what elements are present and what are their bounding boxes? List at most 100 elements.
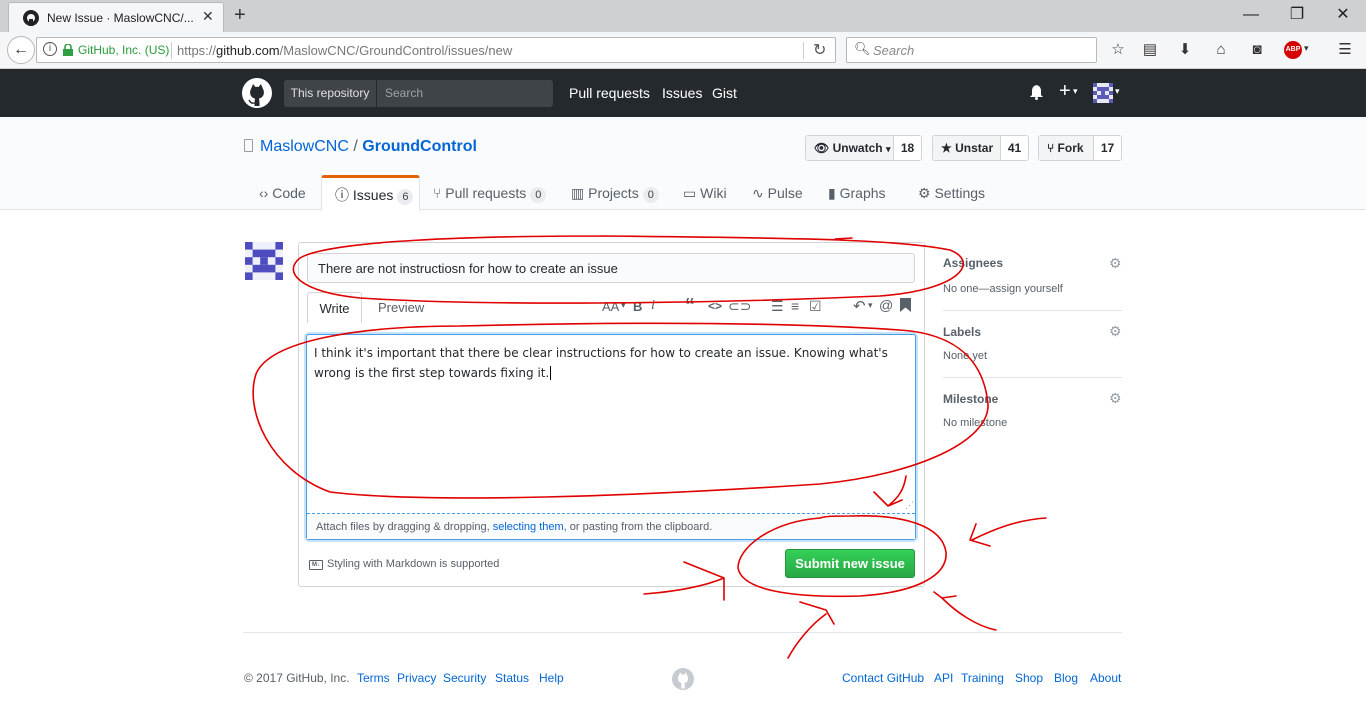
fork-button[interactable]: ⑂ Fork bbox=[1039, 136, 1094, 160]
assignees-value[interactable]: No one—assign yourself bbox=[943, 283, 1063, 295]
star-count[interactable]: 41 bbox=[1001, 136, 1028, 160]
repo-header: MaslowCNC / GroundControl 👁︎ Unwatch ▾ 1… bbox=[0, 117, 1366, 211]
footer-link-terms[interactable]: Terms bbox=[357, 671, 390, 685]
reply-icon[interactable]: ↶ bbox=[853, 297, 866, 315]
submit-new-issue-button[interactable]: Submit new issue bbox=[785, 549, 915, 578]
adblock-dropdown-icon[interactable]: ▾ bbox=[1304, 43, 1309, 54]
url-bar[interactable]: i GitHub, Inc. (US) https://github.com/M… bbox=[36, 37, 836, 63]
link-icon[interactable]: ⊂⊃ bbox=[728, 298, 751, 315]
code-insert-icon[interactable]: <> bbox=[708, 299, 722, 313]
nav-pull-requests[interactable]: Pull requests bbox=[569, 85, 650, 101]
milestone-heading[interactable]: Milestone bbox=[943, 392, 998, 406]
reload-icon[interactable]: ↻ bbox=[813, 40, 826, 60]
adblock-icon[interactable]: ABP bbox=[1284, 41, 1302, 59]
book-icon: ▭ bbox=[683, 185, 697, 201]
write-tab[interactable]: Write bbox=[307, 292, 362, 323]
assignees-gear-icon[interactable]: ⚙ bbox=[1109, 255, 1122, 272]
task-list-icon[interactable]: ☑ bbox=[809, 298, 822, 315]
tab-pulse[interactable]: ∿ Pulse bbox=[752, 185, 803, 202]
info-icon[interactable]: i bbox=[43, 42, 57, 56]
tab-issues[interactable]: ⓘ Issues 6 bbox=[335, 185, 414, 205]
tab-pull-requests[interactable]: ⑂ Pull requests 0 bbox=[433, 185, 547, 203]
repo-owner-link[interactable]: MaslowCNC bbox=[260, 138, 349, 155]
footer-link-blog[interactable]: Blog bbox=[1054, 671, 1078, 685]
github-logo-icon[interactable] bbox=[242, 78, 272, 108]
footer-link-security[interactable]: Security bbox=[443, 671, 486, 685]
footer-link-status[interactable]: Status bbox=[495, 671, 529, 685]
tab-projects[interactable]: ▥ Projects 0 bbox=[571, 185, 659, 203]
reading-list-icon[interactable]: ▤ bbox=[1141, 41, 1159, 59]
download-icon[interactable]: ⬇ bbox=[1176, 41, 1194, 59]
star-button-group: ★ Unstar 41 bbox=[932, 135, 1029, 161]
tab-pull-requests-label: Pull requests bbox=[445, 185, 527, 201]
minimize-icon[interactable]: — bbox=[1238, 4, 1264, 26]
back-button[interactable]: ← bbox=[7, 36, 35, 64]
bookmark-icon[interactable] bbox=[900, 298, 911, 312]
add-new-dropdown-icon[interactable]: ▾ bbox=[1073, 86, 1078, 97]
browser-tab[interactable]: New Issue · MaslowCNC/... ✕ bbox=[8, 2, 224, 32]
tab-wiki[interactable]: ▭ Wiki bbox=[683, 185, 727, 202]
markdown-support-note[interactable]: Styling with Markdown is supported bbox=[327, 558, 499, 570]
comment-body-textarea[interactable]: I think it's important that there be cle… bbox=[314, 343, 910, 503]
assignees-heading[interactable]: Assignees bbox=[943, 256, 1003, 270]
footer-link-about[interactable]: About bbox=[1090, 671, 1121, 685]
mention-icon[interactable]: @ bbox=[879, 297, 893, 313]
preview-tab[interactable]: Preview bbox=[378, 300, 424, 315]
bell-icon[interactable] bbox=[1030, 85, 1043, 100]
footer-link-help[interactable]: Help bbox=[539, 671, 564, 685]
url-text[interactable]: https://github.com/MaslowCNC/GroundContr… bbox=[177, 43, 512, 58]
text-size-icon[interactable]: AA bbox=[602, 299, 619, 314]
milestone-gear-icon[interactable]: ⚙ bbox=[1109, 390, 1122, 407]
nav-gist[interactable]: Gist bbox=[712, 85, 737, 101]
browser-nav-bar: ← i GitHub, Inc. (US) https://github.com… bbox=[0, 32, 1366, 69]
tab-settings[interactable]: ⚙ Settings bbox=[918, 185, 985, 202]
user-menu-dropdown-icon[interactable]: ▾ bbox=[1115, 86, 1120, 97]
italic-icon[interactable]: i bbox=[651, 298, 655, 314]
tab-code[interactable]: ‹› Code bbox=[259, 185, 306, 201]
attach-prefix: Attach files by dragging & dropping, bbox=[316, 521, 493, 533]
labels-value: None yet bbox=[943, 350, 988, 362]
tab-projects-label: Projects bbox=[588, 185, 639, 201]
author-avatar[interactable] bbox=[245, 242, 283, 280]
reply-dropdown-icon[interactable]: ▾ bbox=[868, 300, 873, 311]
ordered-list-icon[interactable]: ≡ bbox=[791, 298, 799, 314]
browser-search-box[interactable]: 🔍︎ Search bbox=[846, 37, 1097, 63]
header-search[interactable]: This repository Search bbox=[284, 80, 553, 107]
labels-heading[interactable]: Labels bbox=[943, 325, 981, 339]
nav-issues[interactable]: Issues bbox=[662, 85, 702, 101]
add-new-icon[interactable]: + bbox=[1059, 80, 1071, 103]
quote-icon[interactable]: “ bbox=[685, 295, 695, 318]
close-window-icon[interactable]: ✕ bbox=[1330, 4, 1356, 26]
text-cursor bbox=[550, 366, 552, 380]
watch-dropdown-icon: ▾ bbox=[885, 144, 891, 154]
footer-github-logo-icon[interactable] bbox=[672, 668, 694, 690]
hamburger-menu-icon[interactable]: ☰ bbox=[1336, 41, 1354, 59]
issue-title-input[interactable]: There are not instructiosn for how to cr… bbox=[307, 253, 915, 283]
watch-count[interactable]: 18 bbox=[894, 136, 921, 160]
unordered-list-icon[interactable]: ☰ bbox=[771, 298, 784, 315]
unstar-button[interactable]: ★ Unstar bbox=[933, 136, 1001, 160]
close-tab-icon[interactable]: ✕ bbox=[202, 8, 214, 25]
unwatch-button[interactable]: 👁︎ Unwatch ▾ bbox=[806, 136, 894, 160]
user-avatar-icon[interactable] bbox=[1093, 83, 1113, 103]
home-icon[interactable]: ⌂ bbox=[1212, 41, 1230, 59]
tab-graphs[interactable]: ▮ Graphs bbox=[828, 185, 886, 202]
bold-icon[interactable]: B bbox=[633, 299, 642, 314]
pocket-icon[interactable]: ◙ bbox=[1248, 41, 1266, 59]
new-tab-button[interactable]: + bbox=[234, 4, 246, 27]
repo-name-link[interactable]: GroundControl bbox=[362, 138, 477, 155]
footer-link-shop[interactable]: Shop bbox=[1015, 671, 1043, 685]
resize-handle-icon[interactable]: ⋰ bbox=[905, 500, 914, 511]
labels-gear-icon[interactable]: ⚙ bbox=[1109, 323, 1122, 340]
footer-link-training[interactable]: Training bbox=[961, 671, 1004, 685]
select-files-link[interactable]: selecting them bbox=[493, 521, 564, 533]
footer-link-api[interactable]: API bbox=[934, 671, 953, 685]
tab-title: New Issue · MaslowCNC/... bbox=[47, 11, 194, 25]
bookmark-star-icon[interactable]: ☆ bbox=[1109, 41, 1127, 59]
footer-link-privacy[interactable]: Privacy bbox=[397, 671, 436, 685]
text-size-dropdown-icon[interactable]: ▾ bbox=[621, 300, 626, 311]
footer-link-contact[interactable]: Contact GitHub bbox=[842, 671, 924, 685]
restore-icon[interactable]: ❐ bbox=[1284, 4, 1310, 26]
attach-files-bar[interactable]: Attach files by dragging & dropping, sel… bbox=[307, 513, 915, 539]
fork-count[interactable]: 17 bbox=[1094, 136, 1121, 160]
